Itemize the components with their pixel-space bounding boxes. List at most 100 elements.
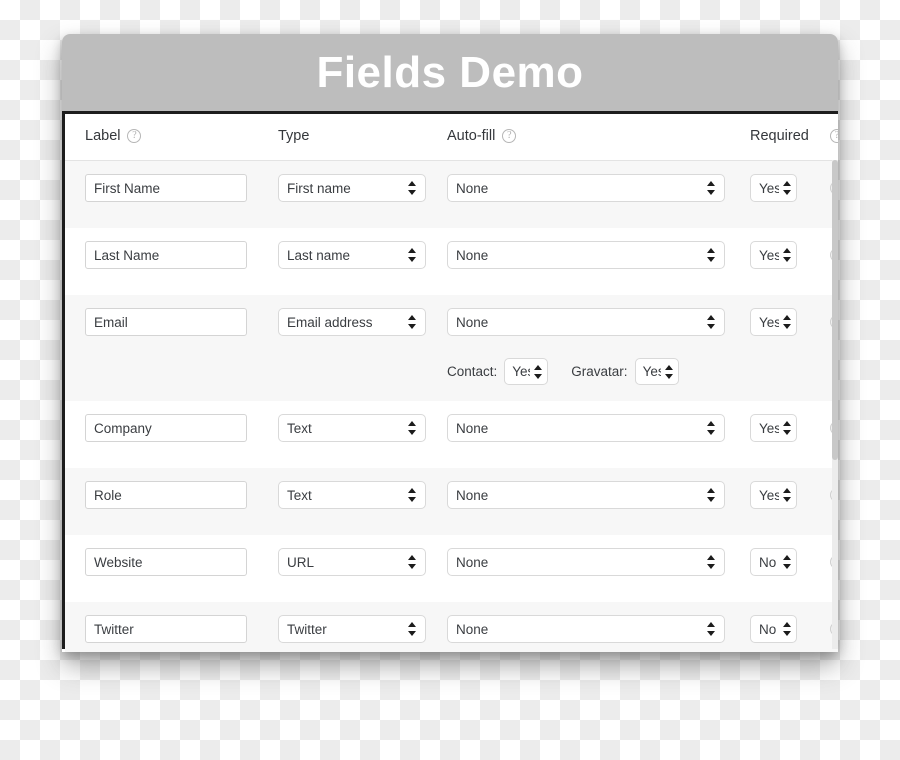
gravatar-select[interactable]: Yes — [634, 358, 679, 385]
stepper-arrows-icon — [408, 620, 417, 638]
stepper-arrows-icon — [707, 419, 716, 437]
help-icon[interactable]: ? — [830, 129, 838, 143]
column-header-autofill: Auto-fill ? — [447, 128, 517, 144]
table-row: Text None Yes — [65, 401, 838, 468]
stepper-arrows-icon — [783, 246, 792, 264]
required-cell: No — [750, 548, 797, 576]
type-select-value: Email address — [287, 314, 373, 330]
autofill-select[interactable]: None — [447, 308, 725, 336]
type-select-value: Text — [287, 420, 312, 436]
autofill-cell: None — [447, 481, 725, 509]
autofill-select[interactable]: None — [447, 548, 725, 576]
autofill-select-value: None — [456, 247, 489, 263]
help-icon[interactable]: ? — [127, 129, 142, 143]
autofill-select-value: None — [456, 487, 489, 503]
autofill-cell: None — [447, 241, 725, 269]
contact-select[interactable]: Yes — [504, 358, 549, 385]
stepper-arrows-icon — [783, 486, 792, 504]
type-select[interactable]: Email address — [278, 308, 426, 336]
type-cell: Last name — [278, 241, 426, 269]
column-header-type-text: Type — [278, 128, 310, 144]
required-select[interactable]: Yes — [750, 414, 797, 442]
autofill-select[interactable]: None — [447, 241, 725, 269]
required-cell: Yes — [750, 174, 797, 202]
autofill-select[interactable]: None — [447, 481, 725, 509]
label-cell — [85, 414, 247, 442]
window-titlebar: Fields Demo — [62, 34, 838, 114]
stepper-arrows-icon — [534, 363, 543, 381]
stepper-arrows-icon — [408, 553, 417, 571]
column-header-required-text: Required — [750, 128, 809, 144]
type-select[interactable]: Text — [278, 414, 426, 442]
required-select[interactable]: Yes — [750, 241, 797, 269]
label-input[interactable] — [85, 481, 247, 509]
scrollbar-thumb[interactable] — [832, 160, 838, 460]
type-select[interactable]: Twitter — [278, 615, 426, 643]
required-cell: No — [750, 615, 797, 643]
stepper-arrows-icon — [707, 179, 716, 197]
label-input[interactable] — [85, 308, 247, 336]
label-cell — [85, 241, 247, 269]
email-options-subrow: Contact: Yes Gravatar: Yes — [447, 358, 679, 385]
label-input[interactable] — [85, 414, 247, 442]
stepper-arrows-icon — [707, 246, 716, 264]
stepper-arrows-icon — [408, 246, 417, 264]
type-select[interactable]: Last name — [278, 241, 426, 269]
required-select-value: Yes — [759, 487, 779, 503]
label-cell — [85, 174, 247, 202]
required-cell: Yes — [750, 414, 797, 442]
autofill-select[interactable]: None — [447, 174, 725, 202]
gravatar-select-value: Yes — [642, 364, 661, 379]
label-input[interactable] — [85, 174, 247, 202]
table-header-row: Label ? Type Auto-fill ? Required ? — [65, 114, 838, 161]
stepper-arrows-icon — [408, 313, 417, 331]
stepper-arrows-icon — [408, 179, 417, 197]
vertical-scrollbar[interactable] — [832, 160, 838, 649]
required-select-value: Yes — [759, 314, 779, 330]
type-cell: URL — [278, 548, 426, 576]
required-select[interactable]: No — [750, 548, 797, 576]
required-select[interactable]: Yes — [750, 174, 797, 202]
type-cell: Twitter — [278, 615, 426, 643]
autofill-cell: None — [447, 308, 725, 336]
required-select-value: Yes — [759, 420, 779, 436]
label-input[interactable] — [85, 615, 247, 643]
type-select[interactable]: Text — [278, 481, 426, 509]
required-select[interactable]: No — [750, 615, 797, 643]
column-header-required: Required — [750, 128, 809, 144]
type-select[interactable]: First name — [278, 174, 426, 202]
required-cell: Yes — [750, 481, 797, 509]
autofill-select-value: None — [456, 621, 489, 637]
stepper-arrows-icon — [707, 486, 716, 504]
type-select-value: Twitter — [287, 621, 327, 637]
required-select[interactable]: Yes — [750, 308, 797, 336]
column-header-label: Label ? — [85, 128, 142, 144]
column-header-autofill-text: Auto-fill — [447, 128, 496, 144]
table-row: First name None Yes — [65, 161, 838, 228]
label-input[interactable] — [85, 241, 247, 269]
help-icon[interactable]: ? — [502, 129, 517, 143]
table-row: Last name None Yes — [65, 228, 838, 295]
type-select-value: Last name — [287, 247, 351, 263]
stepper-arrows-icon — [664, 363, 674, 381]
page-title: Fields Demo — [316, 47, 584, 97]
autofill-select[interactable]: None — [447, 414, 725, 442]
autofill-select-value: None — [456, 314, 489, 330]
label-cell — [85, 548, 247, 576]
autofill-cell: None — [447, 414, 725, 442]
required-select[interactable]: Yes — [750, 481, 797, 509]
required-select-value: No — [759, 621, 777, 637]
gravatar-label: Gravatar: — [571, 364, 628, 379]
fields-table: Label ? Type Auto-fill ? Required ? — [62, 114, 838, 652]
stepper-arrows-icon — [783, 553, 792, 571]
stepper-arrows-icon — [783, 620, 792, 638]
required-select-value: Yes — [759, 180, 779, 196]
required-cell: Yes — [750, 308, 797, 336]
type-cell: First name — [278, 174, 426, 202]
label-input[interactable] — [85, 548, 247, 576]
stepper-arrows-icon — [783, 179, 792, 197]
autofill-cell: None — [447, 174, 725, 202]
table-row: URL None No — [65, 535, 838, 602]
autofill-select[interactable]: None — [447, 615, 725, 643]
type-select[interactable]: URL — [278, 548, 426, 576]
